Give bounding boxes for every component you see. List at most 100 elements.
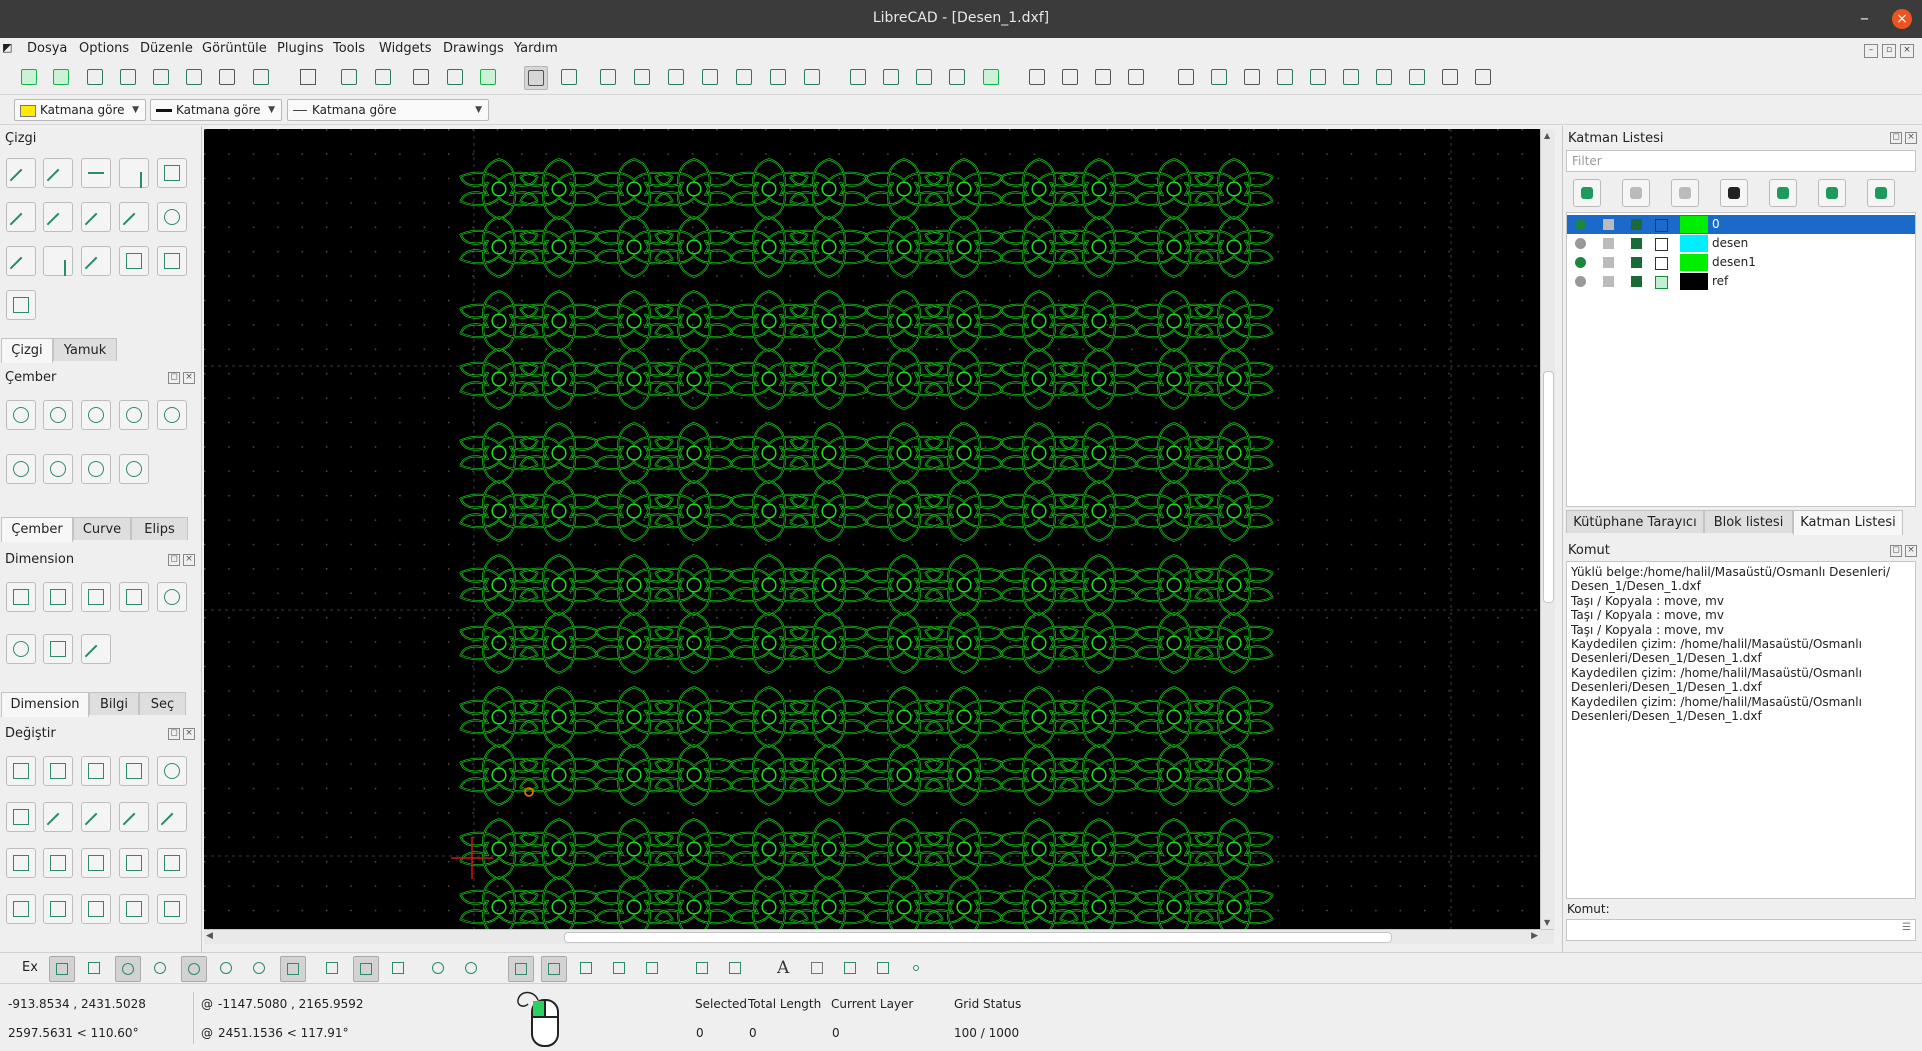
- line-relative-angle-button[interactable]: [6, 246, 36, 280]
- mdi-minimize-icon[interactable]: –: [1864, 44, 1878, 58]
- save-all-button[interactable]: [183, 66, 205, 88]
- create-block-button[interactable]: [723, 956, 749, 982]
- printer-icon[interactable]: [1631, 219, 1642, 230]
- circle-center-point-button[interactable]: [6, 400, 36, 430]
- grid-toggle-button[interactable]: [524, 66, 548, 90]
- modify-bevel-button[interactable]: [6, 848, 36, 878]
- modify-properties-button[interactable]: [157, 894, 187, 924]
- tab-bilgi[interactable]: Bilgi: [89, 692, 139, 715]
- lock-icon[interactable]: [1603, 276, 1614, 287]
- width-combo[interactable]: Katmana göre ▼: [150, 99, 282, 121]
- dimension-tool-1-button[interactable]: [847, 66, 869, 88]
- modify-tool-5-button[interactable]: [1307, 66, 1329, 88]
- polygon-corners-button[interactable]: [157, 246, 187, 276]
- polygon-button[interactable]: [6, 290, 36, 320]
- eye-icon[interactable]: [1575, 219, 1586, 230]
- eye-icon[interactable]: [1575, 276, 1586, 287]
- modify-tool-9-button[interactable]: [1439, 66, 1461, 88]
- layer-row[interactable]: ref: [1567, 272, 1915, 291]
- line-parallel-button[interactable]: [6, 202, 36, 236]
- construction-icon[interactable]: [1655, 238, 1668, 251]
- text-tool-button[interactable]: [980, 66, 1002, 88]
- line-vertical-button[interactable]: [119, 158, 149, 188]
- layer-row[interactable]: desen1: [1567, 253, 1915, 272]
- modify-tool-6-button[interactable]: [1340, 66, 1362, 88]
- zoom-pan-button[interactable]: [631, 66, 653, 88]
- tab-curve[interactable]: Curve: [73, 517, 131, 540]
- tab-layer-list[interactable]: Katman Listesi: [1793, 510, 1903, 535]
- copy-button[interactable]: [444, 66, 466, 88]
- lock-all-layers-button[interactable]: [1720, 179, 1748, 207]
- draw-order-raise-button[interactable]: [1092, 66, 1114, 88]
- tab-block-list[interactable]: Blok listesi: [1704, 510, 1793, 533]
- view-mode-1-button[interactable]: [508, 956, 534, 982]
- vertical-scrollbar[interactable]: ▲ ▼: [1540, 129, 1555, 929]
- modify-scale-button[interactable]: [81, 756, 111, 786]
- line-freehand-button[interactable]: [81, 246, 111, 280]
- line-2points-button[interactable]: [6, 158, 36, 192]
- snap-on-entity-button[interactable]: [148, 956, 174, 982]
- export-pdf-button[interactable]: [250, 66, 272, 88]
- close-icon[interactable]: ×: [183, 728, 195, 740]
- modify-tool-2-button[interactable]: [1208, 66, 1230, 88]
- tab-yamuk[interactable]: Yamuk: [53, 338, 117, 361]
- minimize-icon[interactable]: –: [1860, 8, 1869, 29]
- edit-layer-button[interactable]: [1867, 179, 1895, 207]
- unlock-all-layers-button[interactable]: [1671, 179, 1699, 207]
- view-mode-4-button[interactable]: [607, 956, 633, 982]
- mdi-restore-icon[interactable]: ▫: [1882, 44, 1896, 58]
- dim-vertical-button[interactable]: [119, 582, 149, 612]
- circle-2points-button[interactable]: [81, 400, 111, 430]
- modify-offset-button[interactable]: [157, 802, 187, 836]
- dim-aligned-button[interactable]: [6, 582, 36, 612]
- layer-filter-input[interactable]: Filter: [1566, 150, 1916, 172]
- restrict-orthogonal-button[interactable]: [386, 956, 412, 982]
- scroll-left-icon[interactable]: ◀: [206, 931, 213, 941]
- redraw-button[interactable]: [597, 66, 619, 88]
- line-angle-button[interactable]: [43, 158, 73, 192]
- modify-round-button[interactable]: [43, 848, 73, 878]
- layer-row[interactable]: 0: [1567, 215, 1915, 234]
- save-as-button[interactable]: [150, 66, 172, 88]
- modify-explode-button[interactable]: [119, 894, 149, 924]
- modify-tool-7-button[interactable]: [1373, 66, 1395, 88]
- line-tangent-button[interactable]: [81, 202, 111, 236]
- line-tangent-circles-button[interactable]: [157, 202, 187, 232]
- circle-tan2-button[interactable]: [6, 454, 36, 484]
- draft-mode-button[interactable]: [558, 66, 580, 88]
- menu-plugins[interactable]: Plugins: [277, 41, 324, 56]
- modify-rotate-button[interactable]: [43, 756, 73, 786]
- zoom-window-button[interactable]: [767, 66, 789, 88]
- select-window-button[interactable]: [410, 66, 432, 88]
- new-file-button[interactable]: [18, 66, 40, 88]
- open-file-button[interactable]: [84, 66, 106, 88]
- eye-icon[interactable]: [1575, 257, 1586, 268]
- snap-middle-button[interactable]: [214, 956, 240, 982]
- set-relative-zero-button[interactable]: [426, 956, 452, 982]
- color-combo[interactable]: Katmana göre ▼: [14, 99, 146, 121]
- close-icon[interactable]: ×: [1892, 9, 1912, 29]
- lock-icon[interactable]: [1603, 219, 1614, 230]
- horizontal-scroll-thumb[interactable]: [564, 932, 1392, 943]
- circle-tan3-button[interactable]: [43, 454, 73, 484]
- rectangle-button[interactable]: [157, 158, 187, 188]
- dim-linear-button[interactable]: [43, 582, 73, 612]
- dimension-tool-3-button[interactable]: [913, 66, 935, 88]
- menu-duzenle[interactable]: Düzenle: [140, 41, 193, 56]
- restrict-horizontal-button[interactable]: [320, 956, 346, 982]
- construction-icon[interactable]: [1655, 257, 1668, 270]
- modify-cut-button[interactable]: [81, 848, 111, 878]
- linetype-combo[interactable]: Katmana göre ▼: [287, 99, 489, 121]
- command-options-icon[interactable]: ☰: [1902, 922, 1911, 933]
- snap-intersection-button[interactable]: [280, 956, 306, 982]
- restrict-vertical-button[interactable]: [353, 956, 379, 982]
- modify-explode-text-button[interactable]: [81, 894, 111, 924]
- modify-tool-8-button[interactable]: [1406, 66, 1428, 88]
- modify-attributes-button[interactable]: [6, 894, 36, 924]
- insert-text-button[interactable]: A: [772, 956, 798, 982]
- modify-tool-3-button[interactable]: [1241, 66, 1263, 88]
- circle-tangent-button[interactable]: [157, 400, 187, 430]
- insert-image-button[interactable]: [838, 956, 864, 982]
- float-icon[interactable]: ◻: [1890, 132, 1902, 144]
- line-horizontal-button[interactable]: [81, 158, 111, 188]
